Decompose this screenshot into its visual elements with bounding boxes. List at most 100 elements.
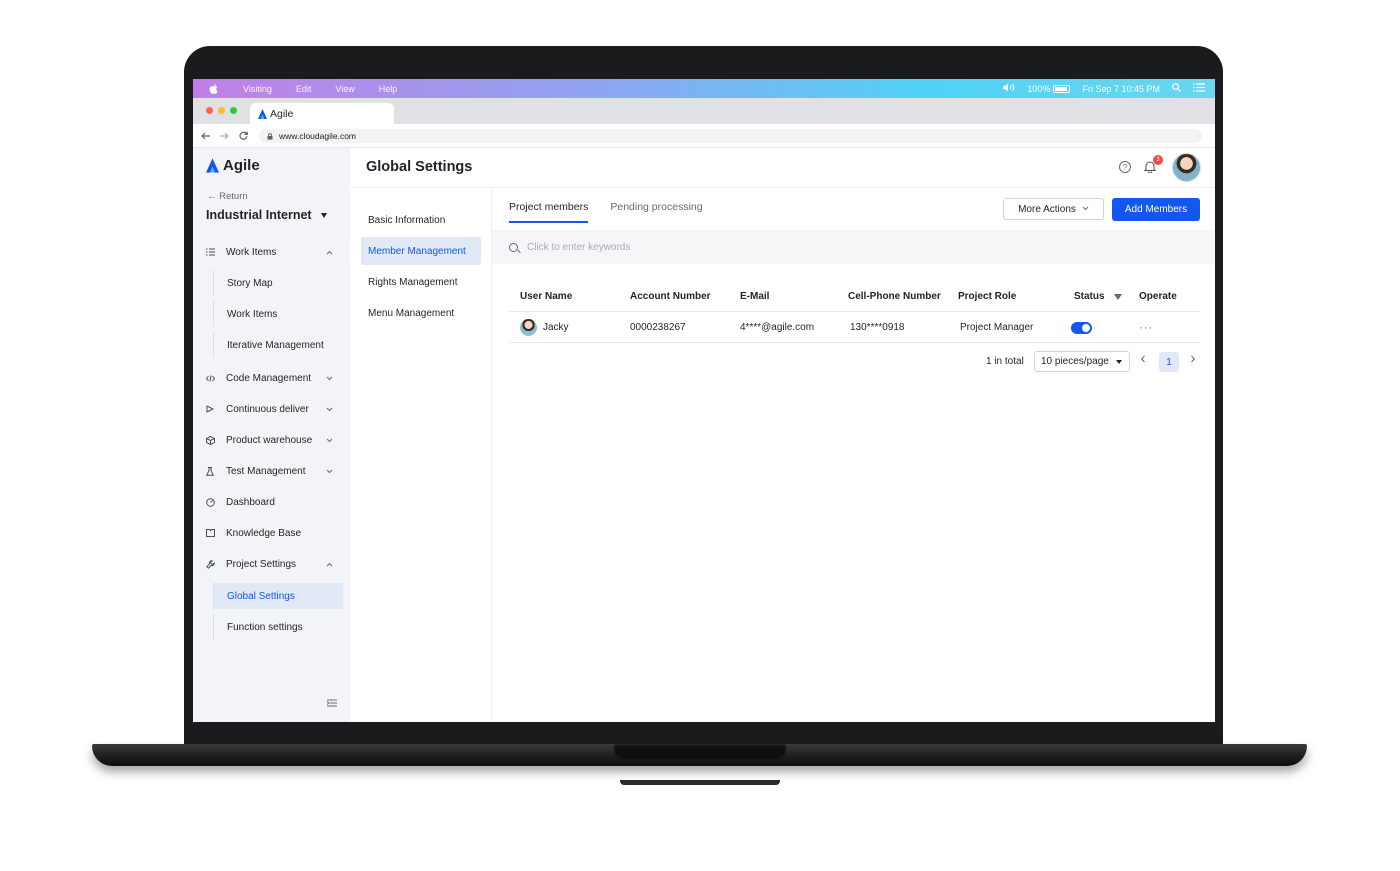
spotlight-search-icon[interactable]: [1172, 83, 1181, 94]
sidebar-item-label: Work Items: [226, 246, 277, 258]
cell-account-number: 0000238267: [630, 322, 686, 333]
more-options-icon[interactable]: ···: [1139, 322, 1153, 334]
sidebar-item-work-items-sub[interactable]: Work Items: [213, 301, 343, 327]
cell-phone: 130****0918: [850, 322, 905, 333]
member-tabs: Project members Pending processing: [509, 188, 725, 226]
list-icon: [205, 247, 215, 257]
subnav-rights-management[interactable]: Rights Management: [361, 268, 481, 296]
sidebar-item-dashboard[interactable]: Dashboard: [193, 491, 350, 513]
settings-subnav: Basic Information Member Management Righ…: [350, 188, 492, 722]
window-zoom-button[interactable]: [230, 107, 237, 114]
subnav-basic-information[interactable]: Basic Information: [361, 206, 481, 234]
window-minimize-button[interactable]: [218, 107, 225, 114]
control-center-icon[interactable]: [1193, 83, 1205, 94]
play-icon: [205, 404, 215, 414]
browser-tab-title: Agile: [270, 107, 294, 120]
agile-logo-icon: [206, 158, 219, 173]
sidebar-item-knowledge-base[interactable]: Knowledge Base: [193, 522, 350, 544]
sidebar-item-label: Knowledge Base: [226, 527, 302, 539]
menu-edit[interactable]: Edit: [296, 84, 312, 94]
reload-icon[interactable]: [236, 129, 250, 143]
member-avatar: [520, 319, 537, 336]
column-project-role: Project Role: [958, 291, 1017, 302]
sidebar-item-project-settings[interactable]: Project Settings: [193, 553, 350, 575]
sidebar-item-test-management[interactable]: Test Management: [193, 460, 350, 482]
help-icon[interactable]: ?: [1119, 161, 1131, 173]
back-arrow-icon[interactable]: [198, 129, 212, 143]
gauge-icon: [205, 497, 215, 507]
column-user-name: User Name: [520, 291, 573, 302]
sidebar-item-continuous-deliver[interactable]: Continuous deliver: [193, 398, 350, 420]
sidebar: Agile ← Return Industrial Internet Work …: [193, 148, 350, 722]
sidebar-item-iterative-management[interactable]: Iterative Management: [213, 332, 343, 358]
pagination-total: 1 in total: [986, 356, 1024, 367]
browser-toolbar: www.cloudagile.com: [193, 124, 1215, 148]
column-status: Status: [1074, 281, 1122, 312]
chevron-down-icon: [326, 374, 333, 383]
column-phone: Cell-Phone Number: [848, 291, 941, 302]
apple-icon[interactable]: [209, 83, 219, 94]
column-operate: Operate: [1139, 291, 1177, 302]
brand-name: Agile: [223, 157, 260, 174]
volume-icon[interactable]: [1002, 83, 1015, 94]
chevron-up-icon: [326, 248, 333, 257]
menu-help[interactable]: Help: [379, 84, 398, 94]
main-panel: Global Settings ? 3 Basic Information Me…: [350, 148, 1215, 722]
add-members-button[interactable]: Add Members: [1112, 198, 1200, 221]
page-size-select[interactable]: 10 pieces/page: [1034, 351, 1130, 372]
menu-visiting[interactable]: Visiting: [243, 84, 272, 94]
sidebar-item-label: Product warehouse: [226, 434, 313, 446]
browser-tabstrip: Agile: [193, 98, 1215, 124]
collapse-sidebar-icon[interactable]: [326, 699, 337, 709]
tab-project-members[interactable]: Project members: [509, 188, 589, 226]
code-icon: [205, 373, 215, 383]
sidebar-item-label: Code Management: [226, 372, 312, 384]
column-account-number: Account Number: [630, 291, 711, 302]
page-number-button[interactable]: 1: [1159, 352, 1179, 372]
cell-user-name: Jacky: [520, 312, 569, 343]
prev-page-icon[interactable]: [1140, 355, 1146, 366]
page-header: Global Settings ? 3: [350, 148, 1215, 188]
brand-logo[interactable]: Agile: [206, 157, 260, 174]
forward-arrow-icon[interactable]: [217, 129, 231, 143]
column-status-label: Status: [1074, 291, 1105, 302]
return-link[interactable]: ← Return: [207, 191, 248, 202]
project-name: Industrial Internet: [206, 208, 312, 222]
search-input[interactable]: [527, 241, 1127, 253]
sidebar-item-code-management[interactable]: Code Management: [193, 367, 350, 389]
page-title: Global Settings: [366, 159, 473, 175]
address-bar[interactable]: www.cloudagile.com: [259, 129, 1202, 143]
project-selector[interactable]: Industrial Internet: [206, 208, 327, 222]
sidebar-item-work-items[interactable]: Work Items: [193, 241, 350, 263]
sidebar-item-function-settings[interactable]: Function settings: [213, 614, 343, 640]
lock-icon: [267, 132, 273, 140]
window-close-button[interactable]: [206, 107, 213, 114]
menu-view[interactable]: View: [335, 84, 354, 94]
menubar-datetime[interactable]: Fri Sep 7 10:45 PM: [1082, 84, 1160, 94]
user-avatar[interactable]: [1172, 153, 1201, 182]
status-toggle[interactable]: [1071, 321, 1092, 334]
sidebar-item-label: Dashboard: [226, 496, 275, 508]
table-row: Jacky 0000238267 4****@agile.com 130****…: [509, 312, 1200, 343]
sidebar-item-label: Project Settings: [226, 558, 297, 570]
filter-icon[interactable]: [1113, 293, 1122, 300]
more-actions-button[interactable]: More Actions: [1003, 198, 1104, 220]
sidebar-item-global-settings[interactable]: Global Settings: [213, 583, 343, 609]
cell-project-role: Project Manager: [960, 322, 1034, 333]
tab-pending-processing[interactable]: Pending processing: [610, 188, 702, 226]
sidebar-item-product-warehouse[interactable]: Product warehouse: [193, 429, 350, 451]
chevron-up-icon: [326, 560, 333, 569]
table-header: User Name Account Number E-Mail Cell-Pho…: [509, 281, 1200, 312]
subnav-menu-management[interactable]: Menu Management: [361, 299, 481, 327]
browser-tab[interactable]: Agile: [250, 103, 394, 124]
book-icon: [205, 528, 215, 538]
next-page-icon[interactable]: [1190, 355, 1196, 366]
subnav-member-management[interactable]: Member Management: [361, 237, 481, 265]
flask-icon: [205, 466, 215, 476]
sidebar-item-story-map[interactable]: Story Map: [213, 270, 343, 296]
cell-email: 4****@agile.com: [740, 322, 815, 333]
caret-down-icon: [1116, 359, 1122, 364]
app: Agile ← Return Industrial Internet Work …: [193, 148, 1215, 722]
url-text: www.cloudagile.com: [279, 131, 357, 141]
battery-icon[interactable]: [1053, 84, 1071, 93]
